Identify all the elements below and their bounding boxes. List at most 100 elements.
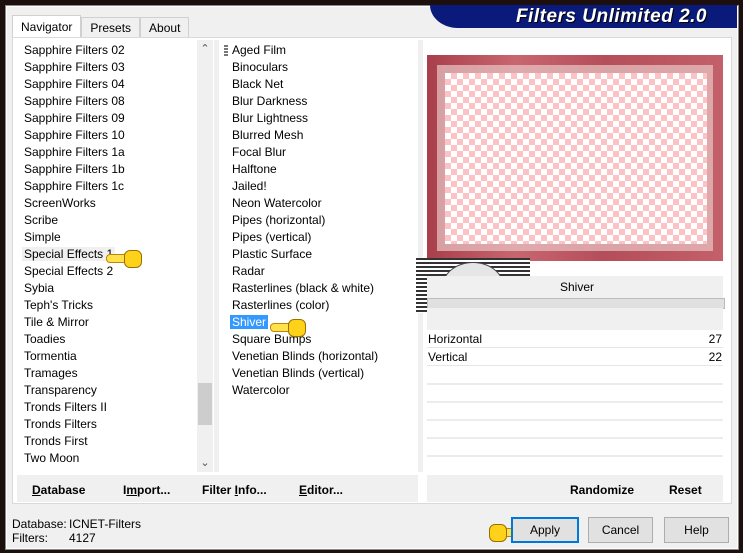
panel-divider (418, 40, 423, 472)
list-item[interactable]: Tronds First (17, 433, 197, 450)
label-part: Filter (202, 483, 235, 497)
list-item-label: Sapphire Filters 08 (24, 94, 125, 108)
list-item-label: Watercolor (232, 383, 290, 397)
list-item[interactable]: Tronds Filters (17, 416, 197, 433)
list-item[interactable]: Tramages (17, 365, 197, 382)
params-header-gap (427, 308, 723, 330)
pointing-hand-icon (106, 250, 142, 268)
list-item-label: Focal Blur (232, 145, 287, 159)
param-horizontal[interactable]: Horizontal 27 (427, 330, 723, 348)
list-item[interactable]: Sapphire Filters 08 (17, 93, 197, 110)
list-item[interactable]: Sybia (17, 280, 197, 297)
list-item[interactable]: ScreenWorks (17, 195, 197, 212)
accelerator-key: m (126, 483, 138, 497)
list-item[interactable]: Sapphire Filters 03 (17, 59, 197, 76)
cancel-button[interactable]: Cancel (588, 517, 653, 543)
list-item[interactable]: Halftone (228, 161, 418, 178)
database-button[interactable]: Database (32, 483, 85, 497)
list-item[interactable]: Scribe (17, 212, 197, 229)
accelerator-key: D (32, 483, 41, 497)
list-item-label: Black Net (232, 77, 284, 91)
list-item-label: Sapphire Filters 02 (24, 43, 125, 57)
list-item[interactable]: Sapphire Filters 10 (17, 127, 197, 144)
list-item[interactable]: Black Net (228, 76, 418, 93)
list-item-label: Tile & Mirror (24, 315, 89, 329)
list-item[interactable]: Radar (228, 263, 418, 280)
list-item[interactable]: Simple (17, 229, 197, 246)
list-item[interactable]: Binoculars (228, 59, 418, 76)
category-scrollbar[interactable]: ⌃ ⌄ (197, 40, 213, 472)
editor-button[interactable]: Editor... (299, 483, 343, 497)
reset-button[interactable]: Reset (669, 483, 702, 497)
list-item[interactable]: Transparency (17, 382, 197, 399)
list-item[interactable]: Focal Blur (228, 144, 418, 161)
list-item[interactable]: Watercolor (228, 382, 418, 399)
import-button[interactable]: Import... (123, 483, 170, 497)
status-value: ICNET-Filters (69, 517, 141, 531)
empty-param-row (427, 383, 723, 385)
list-item[interactable]: Venetian Blinds (vertical) (228, 365, 418, 382)
list-item[interactable]: Neon Watercolor (228, 195, 418, 212)
param-value[interactable]: 22 (709, 350, 722, 364)
label-part: port... (137, 483, 171, 497)
list-item[interactable]: Blur Darkness (228, 93, 418, 110)
param-vertical[interactable]: Vertical 22 (427, 348, 723, 366)
list-item[interactable]: Sapphire Filters 1b (17, 161, 197, 178)
list-item[interactable]: Toadies (17, 331, 197, 348)
scroll-down-arrow-icon[interactable]: ⌄ (197, 456, 213, 469)
scrollbar-thumb[interactable] (198, 383, 212, 425)
label-part: ditor... (307, 483, 344, 497)
list-item[interactable]: Sapphire Filters 09 (17, 110, 197, 127)
list-item[interactable]: Rasterlines (color) (228, 297, 418, 314)
list-item[interactable]: Blur Lightness (228, 110, 418, 127)
list-item[interactable]: Square Bumps (228, 331, 418, 348)
list-item[interactable]: Blurred Mesh (228, 127, 418, 144)
list-item[interactable]: Tronds Filters II (17, 399, 197, 416)
list-divider (214, 40, 219, 472)
list-item[interactable]: Shiver (228, 314, 418, 331)
list-item-label: Tormentia (24, 349, 77, 363)
list-item-label: Transparency (24, 383, 97, 397)
status-label: Filters: (12, 531, 48, 545)
filter-list[interactable]: Aged Film Binoculars Black Net Blur Darknes… (228, 42, 418, 472)
list-item-label: Sapphire Filters 09 (24, 111, 125, 125)
list-item[interactable]: Plastic Surface (228, 246, 418, 263)
label-part: nfo... (238, 483, 267, 497)
list-item[interactable]: Jailed! (228, 178, 418, 195)
scroll-up-arrow-icon[interactable]: ⌃ (197, 42, 213, 55)
param-value[interactable]: 27 (709, 332, 722, 346)
list-item[interactable]: Teph's Tricks (17, 297, 197, 314)
param-label: Vertical (428, 350, 468, 364)
list-item[interactable]: Pipes (vertical) (228, 229, 418, 246)
list-item[interactable]: Sapphire Filters 1c (17, 178, 197, 195)
list-item-label: Toadies (24, 332, 66, 346)
pointing-hand-icon (270, 319, 306, 337)
list-item-label: Tronds Filters II (24, 400, 107, 414)
list-item-label: Teph's Tricks (24, 298, 93, 312)
list-item[interactable]: Sapphire Filters 04 (17, 76, 197, 93)
list-item-label: Sapphire Filters 10 (24, 128, 125, 142)
apply-button[interactable]: Apply (511, 517, 579, 543)
list-item-label: Pipes (vertical) (232, 230, 312, 244)
tab-presets[interactable]: Presets (81, 17, 141, 39)
randomize-button[interactable]: Randomize (570, 483, 634, 497)
list-item[interactable]: Rasterlines (black & white) (228, 280, 418, 297)
list-item[interactable]: Venetian Blinds (horizontal) (228, 348, 418, 365)
list-item[interactable]: Pipes (horizontal) (228, 212, 418, 229)
list-item[interactable]: Sapphire Filters 1a (17, 144, 197, 161)
filter-info-button[interactable]: Filter Info... (202, 483, 267, 497)
tab-about[interactable]: About (140, 17, 190, 39)
list-item-label: Neon Watercolor (232, 196, 322, 210)
selected-filter-name: Shiver (560, 280, 595, 294)
list-item-label: Tronds Filters (24, 417, 97, 431)
accelerator-key: E (299, 483, 308, 497)
status-value: 4127 (69, 531, 96, 545)
help-button[interactable]: Help (664, 517, 729, 543)
list-item[interactable]: Tormentia (17, 348, 197, 365)
list-item[interactable]: Tile & Mirror (17, 314, 197, 331)
list-item-label: Scribe (24, 213, 59, 227)
list-item-label: Sybia (24, 281, 55, 295)
list-item[interactable]: Two Moon (17, 450, 197, 467)
list-item[interactable]: Aged Film (228, 42, 418, 59)
list-item[interactable]: Sapphire Filters 02 (17, 42, 197, 59)
